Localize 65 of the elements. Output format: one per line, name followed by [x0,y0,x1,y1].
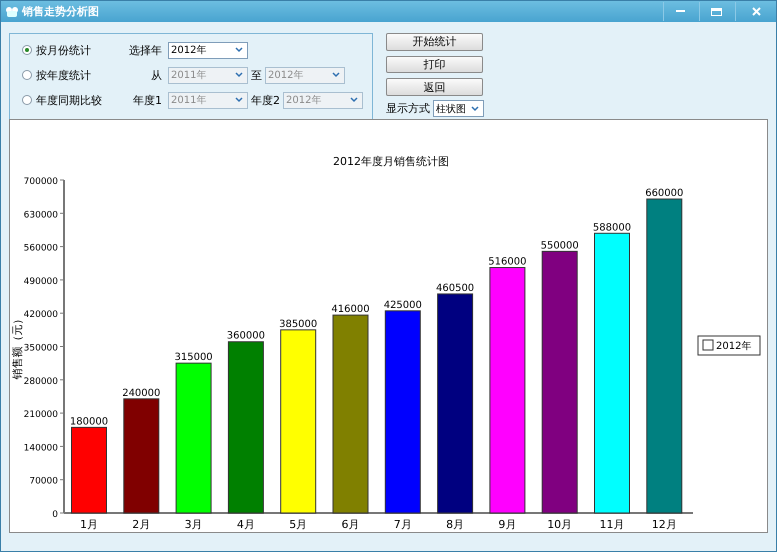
category-label: 12月 [652,518,677,531]
minimize-icon [676,10,684,13]
category-label: 6月 [342,518,360,531]
value-label: 385000 [279,318,318,330]
value-label: 550000 [540,240,579,252]
tick-label: 560000 [24,244,58,254]
category-label: 8月 [446,518,464,531]
tick-label: 210000 [24,410,58,420]
value-label: 180000 [70,416,108,428]
field-label: 年度2 [250,92,281,108]
tick-label: 70000 [29,476,58,487]
legend-box [698,336,760,356]
radio-option[interactable]: 按年度统计 [22,68,122,82]
category-label: 9月 [498,518,516,531]
app-icon [5,6,19,18]
display-mode-label: 显示方式 [386,101,430,116]
category-label: 4月 [236,518,255,531]
tick-label: 420000 [24,310,58,320]
action-button[interactable]: 返回 [386,78,483,96]
category-label: 2月 [132,518,150,531]
category-label: 5月 [289,518,308,531]
year-dropdown[interactable]: 柱状图 [433,100,484,118]
tick-label: 0 [52,510,58,520]
category-label: 1月 [80,518,98,531]
category-label: 3月 [184,518,203,531]
value-label: 660000 [645,188,684,200]
chevron-icon [235,72,243,78]
chart-title: 2012年度月销售统计图 [333,155,449,168]
chevron-icon [235,47,243,53]
legend-label: 2012年 [716,341,752,352]
axis-title: 销售额（元） [11,314,24,380]
field-label: 年度1 [132,92,163,108]
action-button[interactable]: 打印 [386,56,483,74]
value-label: 588000 [592,222,632,234]
tick-label: 490000 [24,276,58,287]
tick-label: 350000 [24,344,58,354]
field-label: 从 [150,68,163,82]
tick-label: 630000 [24,210,58,220]
action-button[interactable]: 开始统计 [386,33,483,51]
value-label: 360000 [226,330,265,342]
tick-label: 140000 [24,443,58,454]
category-label: 7月 [394,518,412,531]
chevron-icon [235,97,243,103]
year-dropdown[interactable]: 2012年 [168,42,248,58]
value-label: 460500 [436,282,474,294]
value-label: 240000 [122,388,160,399]
field-label: 至 [250,68,263,82]
chevron-icon [332,72,340,78]
legend-swatch [702,340,714,350]
tick-label: 700000 [24,177,58,187]
chevron-icon [350,97,358,103]
chevron-icon [471,106,479,112]
field-label: 选择年 [128,42,163,58]
value-label: 315000 [174,352,213,364]
category-label: 11月 [600,518,624,531]
radio-option[interactable]: 按月份统计 [22,42,122,58]
value-label: 425000 [384,300,422,311]
window-title: 销售走势分析图 [22,4,100,19]
close-icon [752,7,760,16]
radio-option[interactable]: 年度同期比较 [22,92,122,108]
category-label: 10月 [547,518,572,531]
value-label: 416000 [331,304,370,316]
value-label: 516000 [488,256,526,268]
maximize-icon [710,8,722,16]
tick-label: 280000 [24,376,58,387]
